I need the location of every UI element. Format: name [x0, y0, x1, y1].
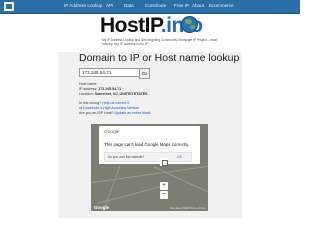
wrong-prefix: Is this wrong? [79, 101, 102, 105]
location-label: Location: [79, 92, 94, 96]
go-button[interactable]: Go [139, 68, 150, 79]
nav-item-contribute[interactable]: Contribute [145, 3, 166, 8]
map-error-dialog: Google This page can't load Google Maps … [99, 126, 200, 164]
ip-address-label: IP address: [79, 87, 98, 91]
host-lookup-input[interactable] [79, 68, 141, 77]
host-name-label: Host name: [79, 82, 98, 86]
top-nav-bar: IP Address Lookup API Data Contribute Fr… [0, 0, 300, 14]
download-prefix: or [79, 106, 83, 110]
map-road [97, 184, 165, 205]
dialog-question-box: Do you own this website? OK [104, 152, 192, 162]
isp-prefix: Are you an ISP Host? [79, 111, 114, 115]
nav-item-ecommerce[interactable]: Ecommerce [209, 3, 234, 8]
nav-item-data[interactable]: Data [124, 3, 134, 8]
download-link[interactable]: Download a High Accuracy Version [83, 106, 139, 110]
nav-item-about[interactable]: About [192, 3, 204, 8]
help-correct-link[interactable]: Help us correct it [102, 101, 129, 105]
update-block-link[interactable]: Update an entire block [115, 111, 151, 115]
map-road [91, 165, 208, 184]
location-value: Somerset, NJ, UNITED STATES [94, 92, 148, 96]
brand-name-part1: HostIP [100, 14, 161, 37]
nav-item-api[interactable]: API [106, 3, 113, 8]
map-footer[interactable]: Map data ©2022 Terms of Use [170, 207, 205, 210]
nav-menu: IP Address Lookup API Data Contribute Fr… [0, 3, 300, 11]
dialog-ok-button[interactable]: OK [177, 155, 182, 159]
ip-address-row: IP address: 173.245.54.71 [79, 87, 121, 91]
dialog-google-logo: Google [104, 130, 120, 135]
wrong-row: Is this wrong? Help us correct it [79, 101, 129, 105]
download-row: or Download a High Accuracy Version [79, 106, 139, 110]
dialog-message: This page can't load Google Maps correct… [104, 142, 190, 147]
nav-item-ip-lookup[interactable]: IP Address Lookup [64, 3, 102, 8]
google-map[interactable]: Google This page can't load Google Maps … [91, 124, 208, 211]
zoom-in-button[interactable]: + [160, 182, 168, 190]
globe-icon [181, 16, 198, 33]
ip-address-value: 173.245.54.71 [98, 87, 122, 91]
dialog-question: Do you own this website? [108, 155, 145, 159]
location-row: Location: Somerset, NJ, UNITED STATES [79, 92, 148, 96]
page-title: Domain to IP or Host name lookup [79, 52, 240, 64]
brand-tagline: My IP Address Lookup and GeoTargeting Co… [102, 38, 218, 46]
isp-row: Are you an ISP Host? Update an entire bl… [79, 111, 150, 115]
zoom-out-button[interactable]: − [160, 191, 168, 199]
map-google-logo: Google [94, 205, 110, 210]
fullscreen-icon[interactable] [160, 158, 168, 166]
host-name-row: Host name: [79, 82, 97, 86]
nav-item-free-ip[interactable]: Free IP [174, 3, 189, 8]
